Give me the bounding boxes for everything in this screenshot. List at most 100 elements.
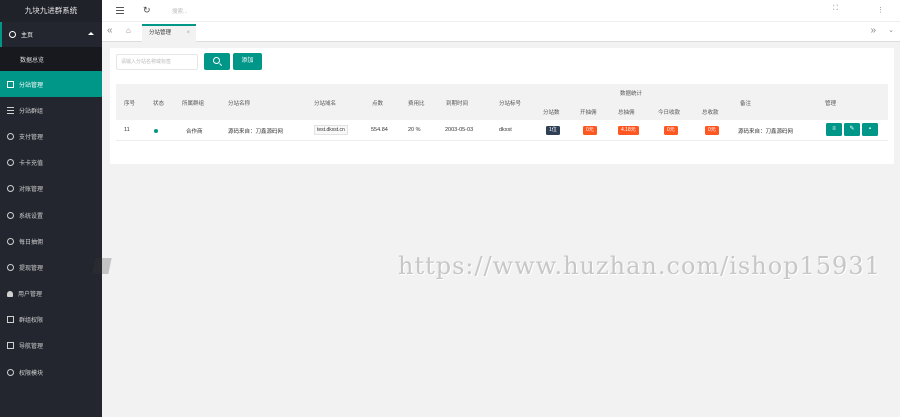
cell-expire: 2003-05-03	[445, 127, 474, 133]
sidebar-item-label: 提现管理	[19, 265, 44, 272]
sidebar-item-branch-groups[interactable]: 分站群组	[0, 97, 102, 123]
sidebar-item-daily-commission[interactable]: 每日抽佣	[0, 228, 102, 254]
sidebar-item-payment[interactable]: 支付管理	[0, 123, 102, 149]
close-icon[interactable]: ×	[186, 26, 190, 41]
col-total-income: 总收款	[702, 110, 719, 116]
col-commission: 开抽佣	[580, 110, 597, 116]
top-search-input[interactable]: 搜索...	[172, 7, 188, 15]
commission-badge: 0元	[583, 126, 597, 135]
circle-icon	[7, 263, 14, 271]
sidebar-item-permission-modules[interactable]: 权限模块	[0, 359, 102, 385]
total-income-badge: 0元	[705, 126, 719, 135]
sidebar-item-label: 卡卡充值	[19, 161, 44, 168]
cell-remark: 源码来自：刀鑫源码网	[738, 129, 794, 135]
search-input[interactable]	[116, 54, 198, 70]
check-circle-icon	[7, 185, 14, 193]
cell-name: 源码来自：刀鑫源码网	[228, 129, 284, 135]
edit-icon-button[interactable]: ✎	[844, 123, 860, 136]
refresh-icon[interactable]: ↻	[143, 5, 151, 16]
delete-icon-button[interactable]: ▪	[862, 123, 878, 136]
cell-id: 11	[124, 127, 130, 133]
col-group: 所属群组	[182, 101, 205, 107]
sidebar-item-label: 分站群组	[19, 108, 44, 115]
sidebar-item-label: 分站管理	[19, 82, 44, 89]
today-income-badge: 0元	[664, 126, 678, 135]
branch-table: 序号 状态 所属群组 分站名称 分站域名 点数 费用比 到期时间 分站标号 数据…	[116, 84, 888, 141]
cell-domain: test.dkxst.cn	[314, 125, 348, 135]
fullscreen-icon[interactable]: ⛶	[833, 5, 838, 13]
home-icon	[9, 31, 16, 38]
sidebar-item-label: 数据总览	[20, 57, 45, 64]
sidebar-item-branch-management[interactable]: 分站管理	[0, 71, 102, 98]
sidebar-item-label: 权限模块	[19, 370, 44, 377]
table-header: 序号 状态 所属群组 分站名称 分站域名 点数 费用比 到期时间 分站标号 数据…	[116, 84, 888, 120]
bars-icon	[7, 106, 14, 114]
sidebar-item-group-permissions[interactable]: 群组权限	[0, 307, 102, 333]
sidebar: 九块九进群系统 主页 数据总览 分站管理 分站群组 支付管理 卡卡充值 对账管理…	[0, 0, 102, 417]
list-icon-button[interactable]: ≡	[826, 123, 842, 136]
col-id: 序号	[124, 101, 136, 107]
sidebar-item-settings[interactable]: 系统设置	[0, 202, 102, 228]
app-title: 九块九进群系统	[0, 0, 102, 22]
sidebar-item-home[interactable]: 主页	[0, 22, 102, 47]
col-stats-group: 数据统计	[620, 91, 643, 97]
sidebar-item-label: 支付管理	[19, 134, 44, 141]
col-points: 点数	[372, 101, 384, 107]
cell-group: 合作商	[186, 129, 203, 135]
sidebar-item-label: 用户管理	[18, 292, 43, 299]
sidebar-item-navigation[interactable]: 导航管理	[0, 333, 102, 359]
sidebar-subitem-overview[interactable]: 数据总览	[0, 47, 102, 71]
check-circle-icon	[7, 237, 14, 245]
content-panel: 添加 序号 状态 所属群组 分站名称 分站域名 点数 费用比 到期时间 分站标号…	[110, 48, 894, 164]
search-icon	[213, 57, 220, 64]
col-domain: 分站域名	[314, 101, 337, 107]
sidebar-item-label: 主页	[21, 33, 34, 39]
table-row: 11 合作商 源码来自：刀鑫源码网 test.dkxst.cn 554.84 2…	[116, 120, 888, 141]
sidebar-item-label: 对账管理	[19, 187, 44, 194]
count-badge: 1位	[546, 126, 560, 135]
sidebar-item-label: 群组权限	[19, 318, 44, 325]
col-manage: 管理	[825, 101, 837, 107]
col-tag: 分站标号	[499, 101, 522, 107]
sidebar-item-users[interactable]: 用户管理	[0, 281, 102, 307]
cell-rate: 20 %	[408, 127, 421, 133]
grid-icon	[7, 80, 14, 88]
user-icon	[7, 290, 13, 297]
grid-icon	[7, 316, 14, 324]
tab-bar: « ⌂ 分站管理 × » ⌄	[102, 22, 900, 42]
col-name: 分站名称	[228, 101, 251, 107]
total-commission-badge: 4.18元	[618, 126, 639, 135]
col-rate: 费用比	[408, 101, 425, 107]
ghost-watermark-mark	[92, 258, 112, 274]
circle-icon	[7, 368, 14, 376]
home-tab-icon[interactable]: ⌂	[126, 26, 131, 35]
add-button[interactable]: 添加	[233, 53, 262, 70]
watermark-text: https://www.huzhan.com/ishop15931	[398, 252, 881, 280]
more-icon[interactable]: ⋮	[877, 6, 885, 14]
tab-scroll-left-icon[interactable]: «	[107, 25, 113, 36]
tab-label: 分站管理	[149, 30, 172, 36]
chevron-down-icon[interactable]: ⌄	[888, 26, 894, 34]
col-total-commission: 总抽佣	[618, 110, 635, 116]
sidebar-item-label: 系统设置	[19, 213, 44, 220]
check-circle-icon	[7, 132, 14, 140]
sidebar-item-reconciliation[interactable]: 对账管理	[0, 176, 102, 202]
cell-points: 554.84	[371, 127, 388, 133]
search-button[interactable]	[204, 53, 230, 70]
sidebar-item-withdrawal[interactable]: 提现管理	[0, 254, 102, 280]
grid-icon	[7, 342, 14, 350]
col-expire: 到期时间	[446, 101, 469, 107]
col-remark: 备注	[740, 101, 752, 107]
caret-up-icon	[88, 32, 94, 35]
tab-scroll-right-icon[interactable]: »	[870, 25, 876, 36]
circle-icon	[7, 159, 14, 167]
cell-tag: dkxst	[499, 127, 512, 133]
status-dot	[154, 129, 158, 133]
sidebar-item-label: 导航管理	[19, 344, 44, 351]
top-bar: ↻ 搜索... ⛶ ⋮	[102, 0, 900, 22]
col-today-income: 今日收款	[658, 110, 681, 116]
tab-branch-management[interactable]: 分站管理 ×	[142, 24, 196, 42]
menu-toggle-icon[interactable]	[116, 7, 124, 14]
sidebar-item-recharge[interactable]: 卡卡充值	[0, 150, 102, 176]
sidebar-item-label: 每日抽佣	[19, 239, 44, 246]
